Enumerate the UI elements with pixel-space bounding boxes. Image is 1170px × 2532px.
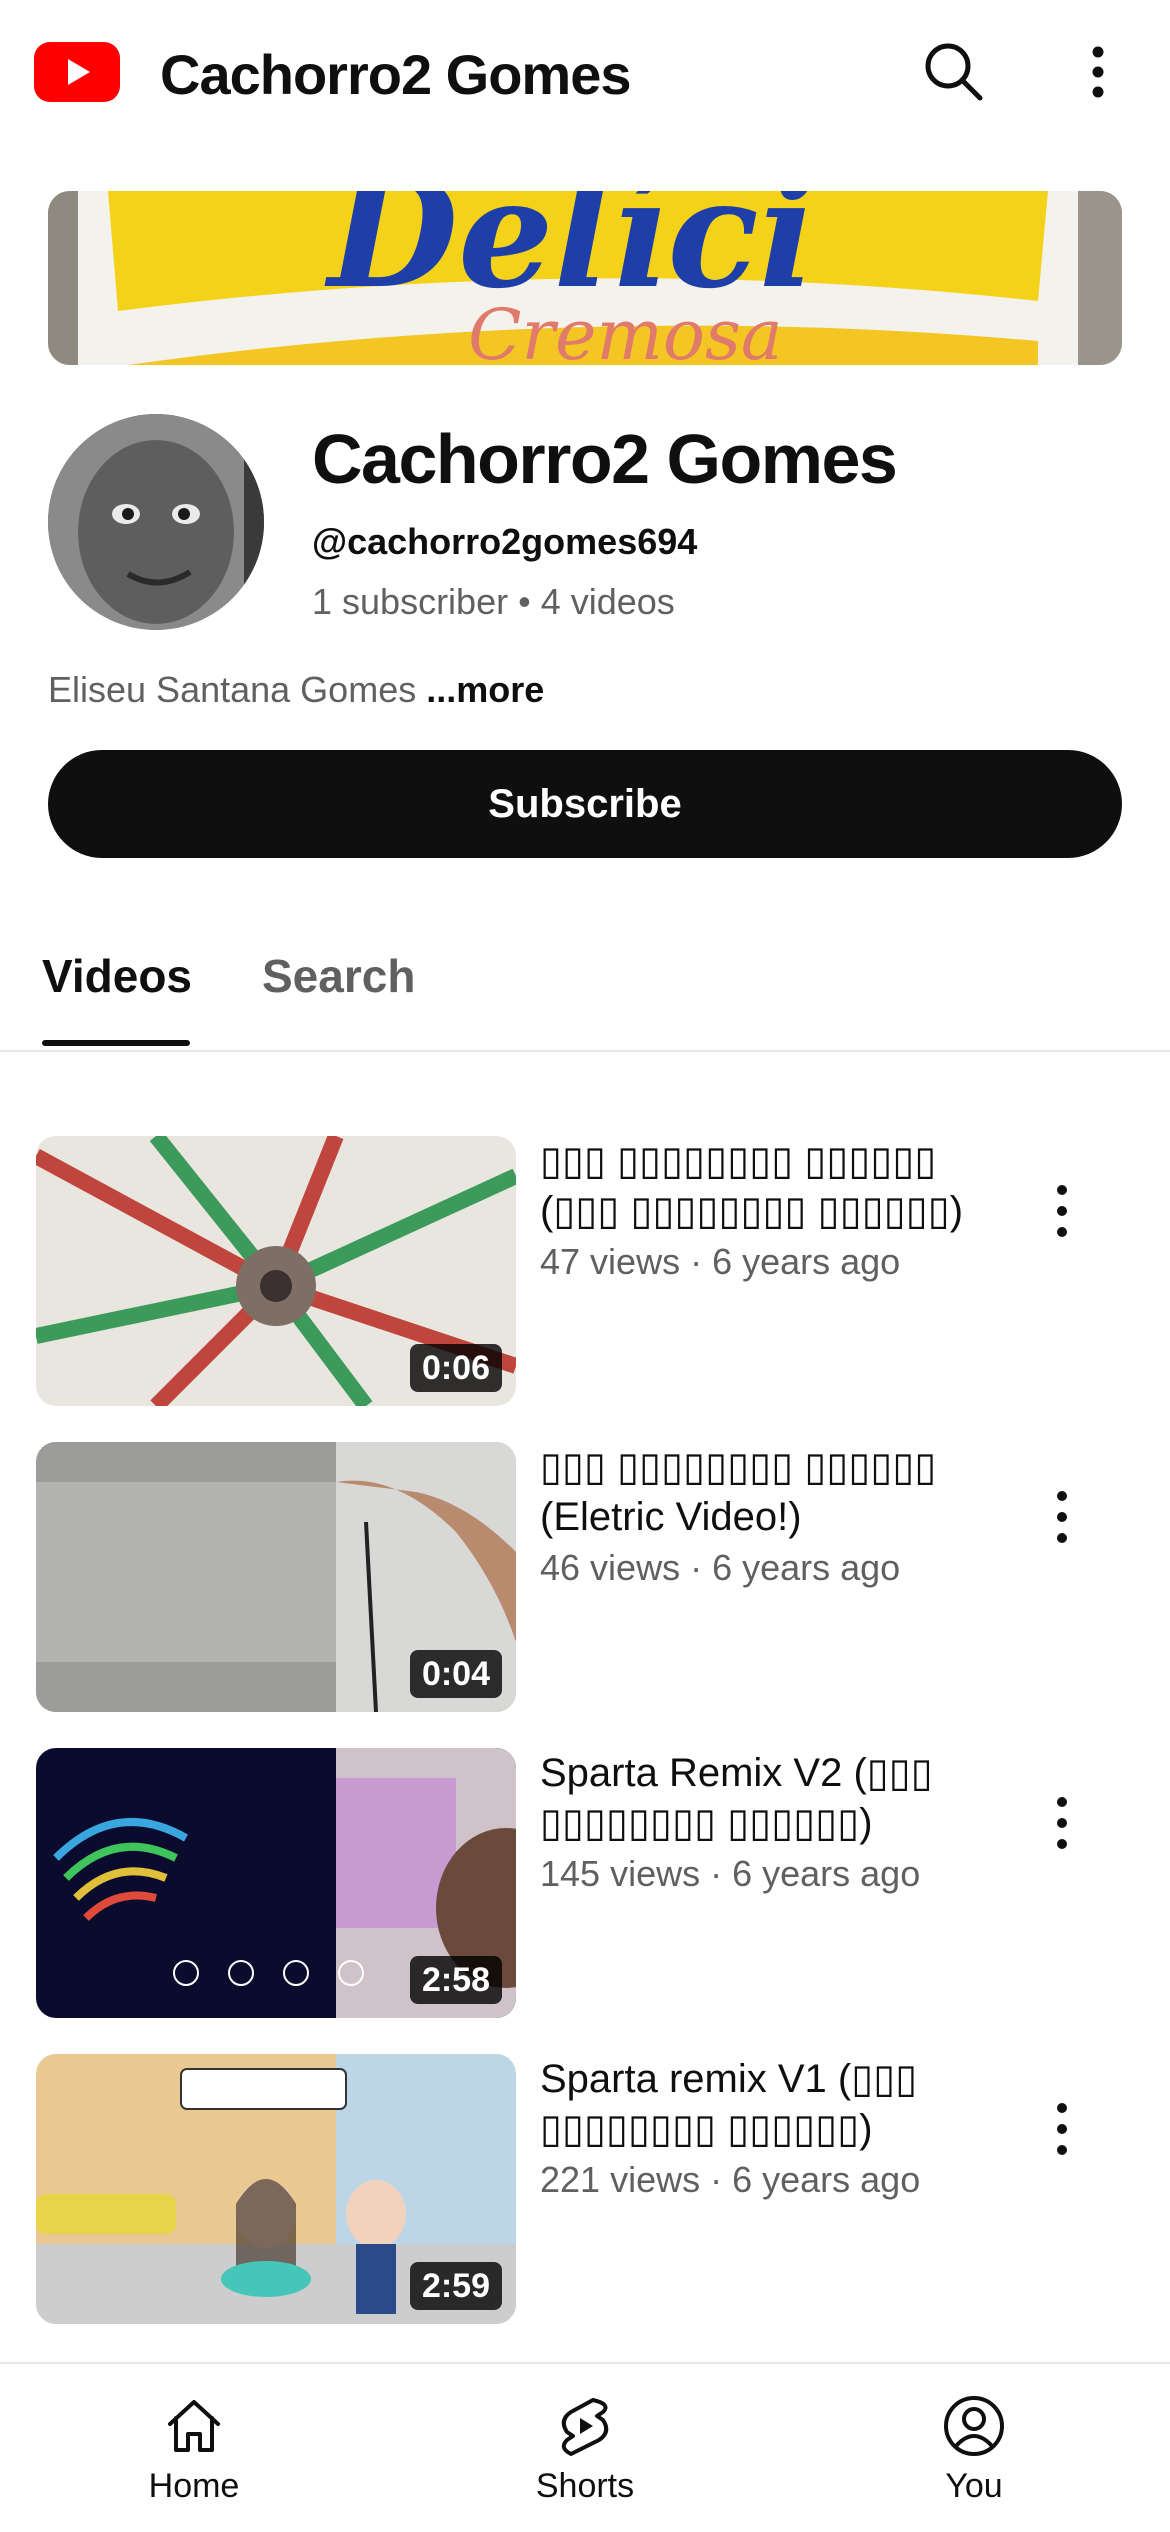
video-thumbnail[interactable]: 2:59 <box>36 2054 516 2324</box>
channel-banner: Delíci Cremosa <box>48 191 1122 365</box>
search-icon[interactable] <box>920 38 988 106</box>
video-duration: 0:04 <box>409 1650 502 1698</box>
channel-avatar[interactable] <box>48 414 264 630</box>
nav-home[interactable]: Home <box>94 2364 294 2532</box>
channel-name: Cachorro2 Gomes <box>312 420 898 498</box>
nav-shorts[interactable]: Shorts <box>485 2364 685 2532</box>
video-more-icon[interactable] <box>1040 1482 1084 1552</box>
upload-age: 6 years ago <box>712 1547 901 1588</box>
view-count: 47 views <box>540 1241 681 1282</box>
video-list-item[interactable]: 2:58 Sparta Remix V2 (▯▯▯ ▯▯▯▯▯▯▯▯ ▯▯▯▯▯… <box>0 1748 1170 2020</box>
more-link[interactable]: ...more <box>426 669 544 710</box>
upload-age: 6 years ago <box>732 1853 921 1894</box>
video-thumbnail[interactable]: 2:58 <box>36 1748 516 2018</box>
video-meta: 47 views · 6 years ago <box>540 1241 901 1282</box>
video-thumbnail[interactable]: 0:06 <box>36 1136 516 1406</box>
video-meta: 46 views · 6 years ago <box>540 1547 901 1588</box>
nav-shorts-label: Shorts <box>535 2467 635 2505</box>
active-tab-indicator <box>42 1040 190 1046</box>
nav-you[interactable]: You <box>874 2364 1074 2532</box>
svg-text:Cremosa: Cremosa <box>468 294 783 365</box>
video-meta: 145 views · 6 years ago <box>540 1853 921 1894</box>
youtube-logo-icon[interactable] <box>34 42 120 102</box>
video-more-icon[interactable] <box>1040 1176 1084 1246</box>
video-more-icon[interactable] <box>1040 2094 1084 2164</box>
view-count: 46 views <box>540 1547 681 1588</box>
nav-home-label: Home <box>148 2467 240 2505</box>
video-thumbnail[interactable]: 0:04 <box>36 1442 516 1712</box>
more-options-icon[interactable] <box>1078 38 1118 106</box>
shorts-icon <box>561 2398 609 2456</box>
video-list-item[interactable]: 0:04 ▯▯▯ ▯▯▯▯▯▯▯▯ ▯▯▯▯▯▯ (Eletric Video!… <box>0 1442 1170 1714</box>
bottom-navigation: Home Shorts You <box>0 2362 1170 2532</box>
upload-age: 6 years ago <box>712 1241 901 1282</box>
video-title[interactable]: Sparta Remix V2 (▯▯▯ ▯▯▯▯▯▯▯▯ ▯▯▯▯▯▯) <box>540 1748 980 1848</box>
view-count: 221 views <box>540 2159 701 2200</box>
account-icon <box>944 2396 1004 2456</box>
channel-handle: @cachorro2gomes694 <box>312 521 698 562</box>
video-list-item[interactable]: 0:06 ▯▯▯ ▯▯▯▯▯▯▯▯ ▯▯▯▯▯▯ (▯▯▯ ▯▯▯▯▯▯▯▯ ▯… <box>0 1136 1170 1408</box>
home-icon <box>168 2400 220 2452</box>
subscriber-count: 1 subscriber <box>312 581 509 622</box>
description-text: Eliseu Santana Gomes <box>48 669 417 710</box>
view-count: 145 views <box>540 1853 701 1894</box>
top-app-bar: Cachorro2 Gomes <box>0 0 1170 150</box>
channel-tabs: Videos Search <box>0 930 1170 1052</box>
upload-age: 6 years ago <box>732 2159 921 2200</box>
app-bar-title: Cachorro2 Gomes <box>160 43 631 106</box>
video-count: 4 videos <box>540 581 675 622</box>
video-list-item[interactable]: 2:59 Sparta remix V1 (▯▯▯ ▯▯▯▯▯▯▯▯ ▯▯▯▯▯… <box>0 2054 1170 2326</box>
video-more-icon[interactable] <box>1040 1788 1084 1858</box>
channel-description[interactable]: Eliseu Santana Gomes ...more <box>48 668 544 712</box>
video-duration: 2:58 <box>409 1956 502 2004</box>
video-title[interactable]: ▯▯▯ ▯▯▯▯▯▯▯▯ ▯▯▯▯▯▯ (▯▯▯ ▯▯▯▯▯▯▯▯ ▯▯▯▯▯▯… <box>540 1136 980 1236</box>
channel-stats: 1 subscriber • 4 videos <box>312 580 675 624</box>
nav-you-label: You <box>945 2467 1003 2505</box>
video-duration: 2:59 <box>409 2262 502 2310</box>
separator-dot: • <box>518 581 531 622</box>
video-meta: 221 views · 6 years ago <box>540 2159 921 2200</box>
subscribe-button[interactable]: Subscribe <box>48 750 1122 858</box>
video-title[interactable]: ▯▯▯ ▯▯▯▯▯▯▯▯ ▯▯▯▯▯▯ (Eletric Video!) <box>540 1442 980 1542</box>
tab-videos[interactable]: Videos <box>42 948 192 1004</box>
video-duration: 0:06 <box>409 1344 502 1392</box>
video-title[interactable]: Sparta remix V1 (▯▯▯ ▯▯▯▯▯▯▯▯ ▯▯▯▯▯▯) <box>540 2054 980 2154</box>
tab-search[interactable]: Search <box>262 948 415 1004</box>
